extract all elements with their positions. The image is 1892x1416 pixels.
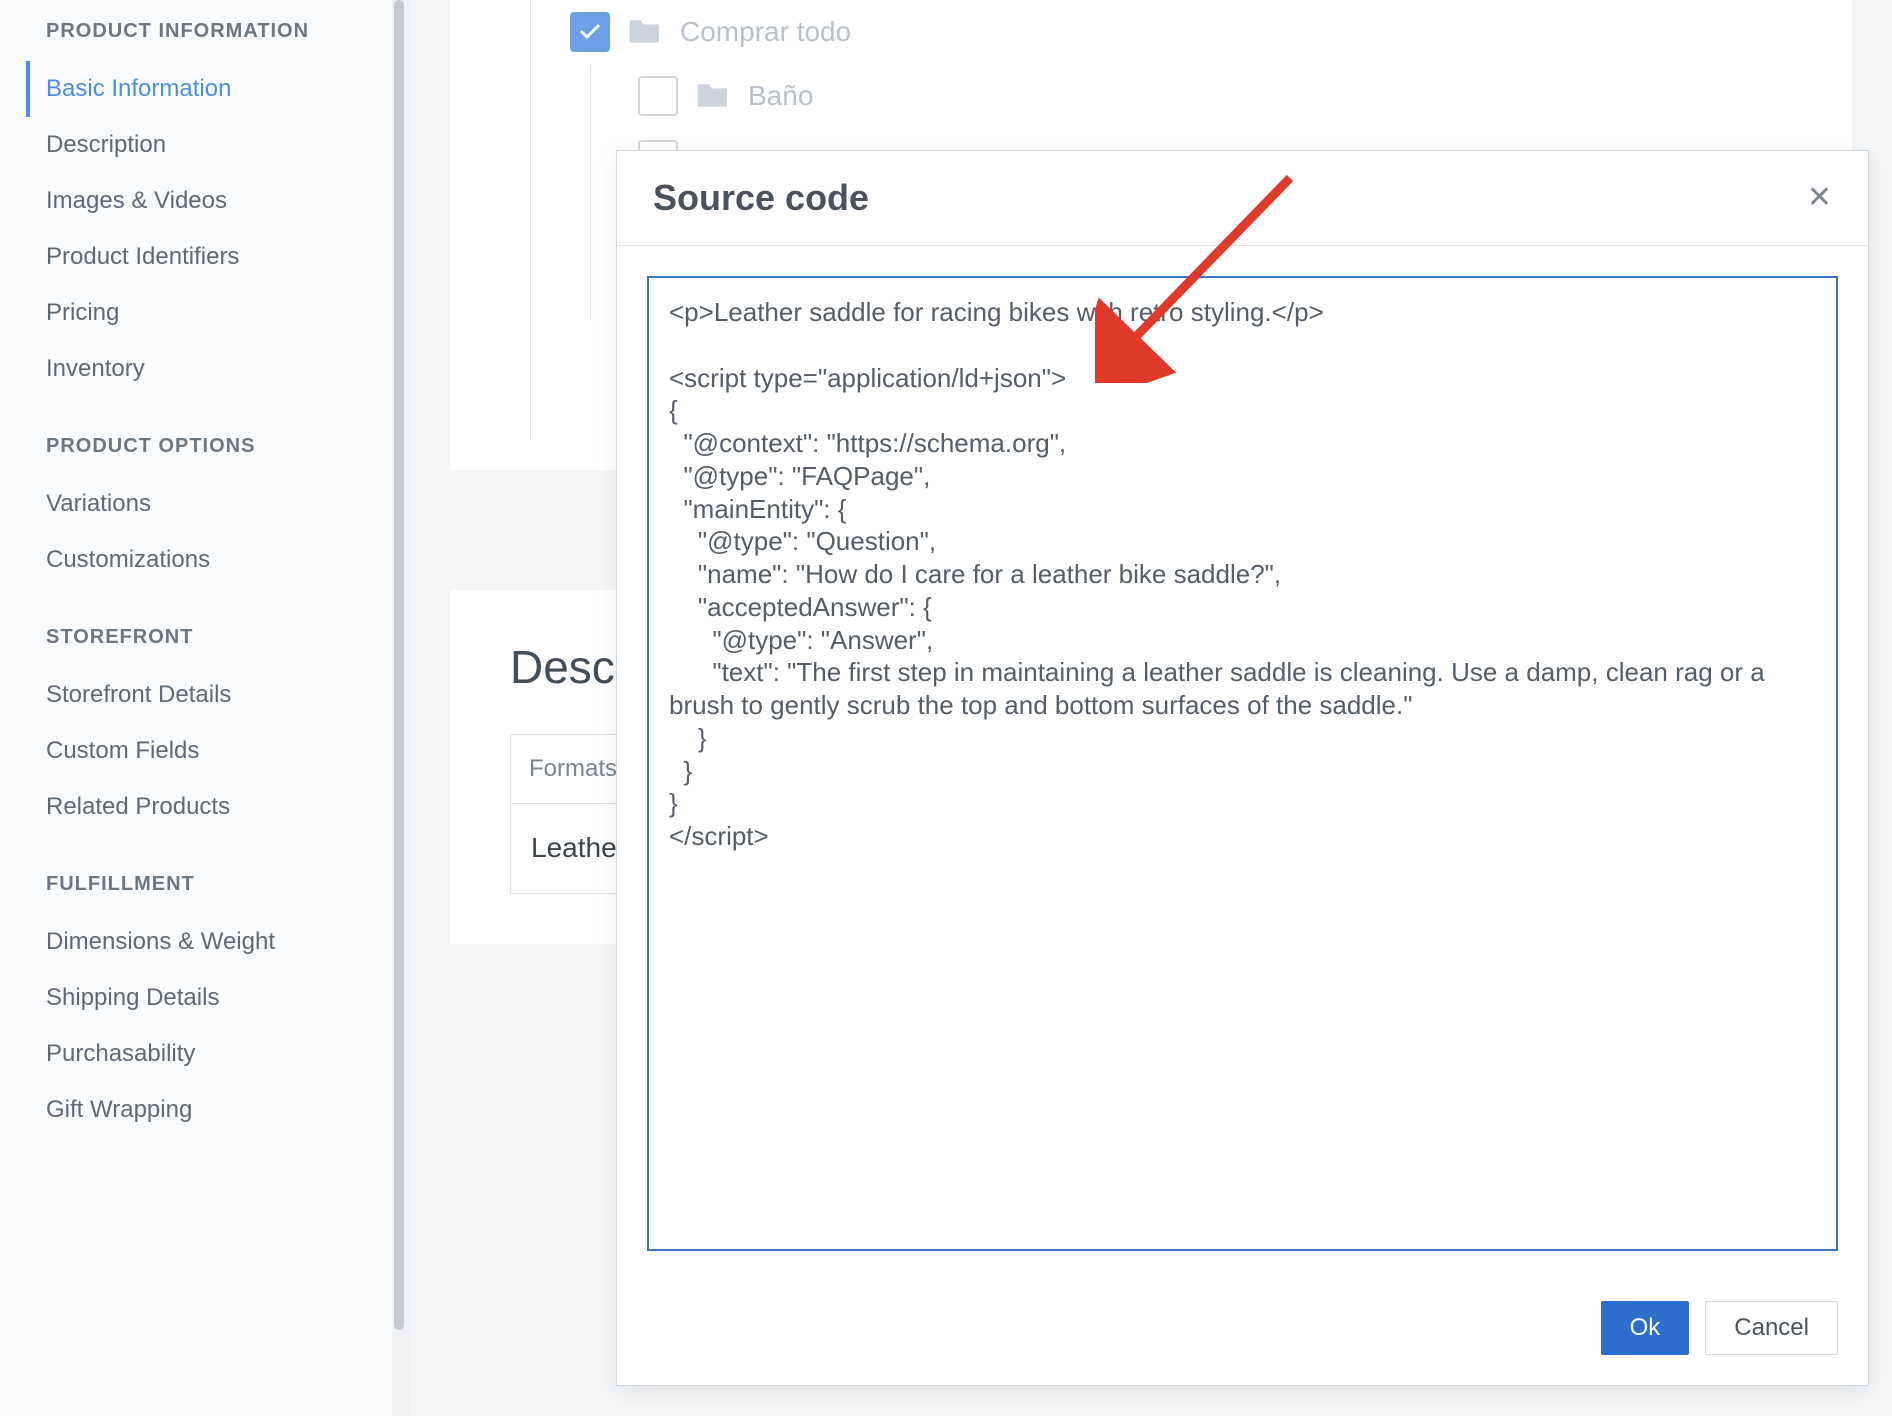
checkbox[interactable]	[638, 76, 678, 116]
sidebar-item-inventory[interactable]: Inventory	[46, 341, 392, 397]
sidebar-item-images-videos[interactable]: Images & Videos	[46, 173, 392, 229]
sidebar-item-description[interactable]: Description	[46, 117, 392, 173]
modal-header: Source code ✕	[617, 151, 1868, 246]
modal-title: Source code	[653, 177, 869, 219]
folder-icon	[628, 16, 662, 49]
sidebar-item-basic-information[interactable]: Basic Information	[26, 61, 392, 117]
sidebar-item-related-products[interactable]: Related Products	[46, 779, 392, 835]
tree-row: Comprar todo	[570, 0, 1852, 64]
sidebar-item-purchasability[interactable]: Purchasability	[46, 1026, 392, 1082]
modal-body	[617, 246, 1868, 1281]
sidebar-item-variations[interactable]: Variations	[46, 476, 392, 532]
toolbar-formats-menu[interactable]: Formats	[529, 755, 617, 783]
close-icon[interactable]: ✕	[1807, 183, 1832, 213]
sidebar-item-shipping-details[interactable]: Shipping Details	[46, 970, 392, 1026]
sidebar-item-dimensions-weight[interactable]: Dimensions & Weight	[46, 914, 392, 970]
scrollbar-thumb[interactable]	[394, 0, 404, 1330]
folder-icon	[696, 80, 730, 113]
sidebar-item-storefront-details[interactable]: Storefront Details	[46, 667, 392, 723]
source-code-textarea[interactable]	[647, 276, 1838, 1251]
sidebar: PRODUCT INFORMATION Basic Information De…	[0, 0, 392, 1416]
tree-item-label[interactable]: Comprar todo	[680, 16, 851, 48]
sidebar-group-title: FULFILLMENT	[46, 873, 392, 896]
checkbox-checked[interactable]	[570, 12, 610, 52]
cancel-button[interactable]: Cancel	[1705, 1301, 1838, 1355]
sidebar-item-custom-fields[interactable]: Custom Fields	[46, 723, 392, 779]
modal-footer: Ok Cancel	[617, 1281, 1868, 1385]
sidebar-item-product-identifiers[interactable]: Product Identifiers	[46, 229, 392, 285]
sidebar-group-title: PRODUCT OPTIONS	[46, 435, 392, 458]
sidebar-group-title: STOREFRONT	[46, 626, 392, 649]
sidebar-scrollbar[interactable]	[392, 0, 410, 1416]
sidebar-group-title: PRODUCT INFORMATION	[46, 20, 392, 43]
tree-row: Baño	[638, 64, 1852, 128]
ok-button[interactable]: Ok	[1601, 1301, 1690, 1355]
source-code-modal: Source code ✕ Ok Cancel	[616, 150, 1869, 1386]
sidebar-item-customizations[interactable]: Customizations	[46, 532, 392, 588]
sidebar-item-gift-wrapping[interactable]: Gift Wrapping	[46, 1082, 392, 1138]
tree-item-label[interactable]: Baño	[748, 80, 813, 112]
sidebar-item-pricing[interactable]: Pricing	[46, 285, 392, 341]
